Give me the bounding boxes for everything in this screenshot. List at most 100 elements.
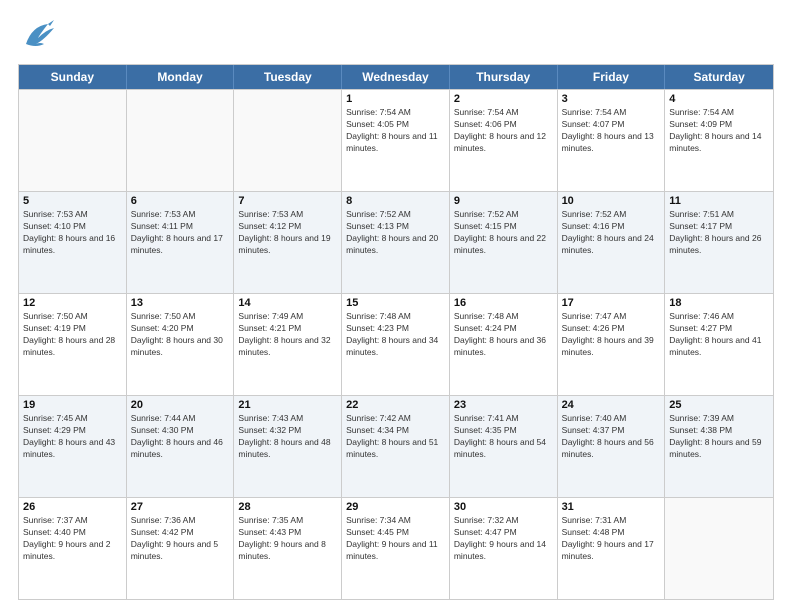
- header-day-sunday: Sunday: [19, 65, 127, 89]
- week-row-0: 1 Sunrise: 7:54 AM Sunset: 4:05 PM Daylig…: [19, 89, 773, 191]
- calendar-cell: [127, 90, 235, 191]
- calendar-cell: 16Sunrise: 7:48 AM Sunset: 4:24 PM Dayli…: [450, 294, 558, 395]
- day-number: 7: [238, 195, 337, 207]
- day-number: 25: [669, 399, 769, 411]
- calendar: SundayMondayTuesdayWednesdayThursdayFrid…: [18, 64, 774, 600]
- calendar-cell: 18Sunrise: 7:46 AM Sunset: 4:27 PM Dayli…: [665, 294, 773, 395]
- day-number: 9: [454, 195, 553, 207]
- calendar-cell: 20 Sunrise: 7:44 AM Sunset: 4:30 PM Dayli…: [127, 396, 235, 497]
- cell-text: Sunrise: 7:40 AM Sunset: 4:37 PM Dayligh…: [562, 413, 661, 461]
- day-number: 8: [346, 195, 445, 207]
- cell-text: Sunrise: 7:32 AM Sunset: 4:47 PM Dayligh…: [454, 515, 553, 563]
- cell-text: Sunrise: 7:53 AM Sunset: 4:10 PM Dayligh…: [23, 209, 122, 257]
- day-number: 16: [454, 297, 553, 309]
- day-number: 20: [131, 399, 230, 411]
- calendar-cell: 25 Sunrise: 7:39 AM Sunset: 4:38 PM Dayli…: [665, 396, 773, 497]
- calendar-cell: 14Sunrise: 7:49 AM Sunset: 4:21 PM Dayli…: [234, 294, 342, 395]
- calendar-cell: [19, 90, 127, 191]
- day-number: 31: [562, 501, 661, 513]
- calendar-cell: 30 Sunrise: 7:32 AM Sunset: 4:47 PM Dayli…: [450, 498, 558, 599]
- cell-text: Sunrise: 7:50 AM Sunset: 4:20 PM Dayligh…: [131, 311, 230, 359]
- day-number: 19: [23, 399, 122, 411]
- header-day-tuesday: Tuesday: [234, 65, 342, 89]
- day-number: 11: [669, 195, 769, 207]
- cell-text: Sunrise: 7:53 AM Sunset: 4:11 PM Dayligh…: [131, 209, 230, 257]
- cell-text: Sunrise: 7:52 AM Sunset: 4:15 PM Dayligh…: [454, 209, 553, 257]
- day-number: 1: [346, 93, 445, 105]
- calendar-cell: 1 Sunrise: 7:54 AM Sunset: 4:05 PM Daylig…: [342, 90, 450, 191]
- cell-text: Sunrise: 7:36 AM Sunset: 4:42 PM Dayligh…: [131, 515, 230, 563]
- day-number: 12: [23, 297, 122, 309]
- calendar-cell: 24 Sunrise: 7:40 AM Sunset: 4:37 PM Dayli…: [558, 396, 666, 497]
- day-number: 27: [131, 501, 230, 513]
- week-row-2: 12 Sunrise: 7:50 AM Sunset: 4:19 PM Dayli…: [19, 293, 773, 395]
- calendar-cell: 7 Sunrise: 7:53 AM Sunset: 4:12 PM Daylig…: [234, 192, 342, 293]
- calendar-cell: [234, 90, 342, 191]
- calendar-cell: 13 Sunrise: 7:50 AM Sunset: 4:20 PM Dayli…: [127, 294, 235, 395]
- day-number: 13: [131, 297, 230, 309]
- calendar-cell: [665, 498, 773, 599]
- cell-text: Sunrise: 7:41 AM Sunset: 4:35 PM Dayligh…: [454, 413, 553, 461]
- calendar-cell: 23 Sunrise: 7:41 AM Sunset: 4:35 PM Dayli…: [450, 396, 558, 497]
- day-number: 4: [669, 93, 769, 105]
- cell-text: Sunrise: 7:54 AM Sunset: 4:06 PM Dayligh…: [454, 107, 553, 155]
- calendar-header-row: SundayMondayTuesdayWednesdayThursdayFrid…: [19, 65, 773, 89]
- day-number: 30: [454, 501, 553, 513]
- calendar-cell: 27 Sunrise: 7:36 AM Sunset: 4:42 PM Dayli…: [127, 498, 235, 599]
- week-row-4: 26 Sunrise: 7:37 AM Sunset: 4:40 PM Dayli…: [19, 497, 773, 599]
- cell-text: Sunrise: 7:42 AM Sunset: 4:34 PM Dayligh…: [346, 413, 445, 461]
- header-day-saturday: Saturday: [665, 65, 773, 89]
- cell-text: Sunrise: 7:48 AM Sunset: 4:23 PM Dayligh…: [346, 311, 445, 359]
- calendar-cell: 9 Sunrise: 7:52 AM Sunset: 4:15 PM Daylig…: [450, 192, 558, 293]
- logo-icon: [18, 16, 58, 54]
- calendar-cell: 21 Sunrise: 7:43 AM Sunset: 4:32 PM Dayli…: [234, 396, 342, 497]
- calendar-cell: 11 Sunrise: 7:51 AM Sunset: 4:17 PM Dayli…: [665, 192, 773, 293]
- week-row-1: 5 Sunrise: 7:53 AM Sunset: 4:10 PM Daylig…: [19, 191, 773, 293]
- cell-text: Sunrise: 7:54 AM Sunset: 4:05 PM Dayligh…: [346, 107, 445, 155]
- day-number: 22: [346, 399, 445, 411]
- cell-text: Sunrise: 7:53 AM Sunset: 4:12 PM Dayligh…: [238, 209, 337, 257]
- cell-text: Sunrise: 7:50 AM Sunset: 4:19 PM Dayligh…: [23, 311, 122, 359]
- cell-text: Sunrise: 7:49 AM Sunset: 4:21 PM Dayligh…: [238, 311, 337, 359]
- cell-text: Sunrise: 7:31 AM Sunset: 4:48 PM Dayligh…: [562, 515, 661, 563]
- day-number: 6: [131, 195, 230, 207]
- day-number: 26: [23, 501, 122, 513]
- calendar-cell: 17 Sunrise: 7:47 AM Sunset: 4:26 PM Dayli…: [558, 294, 666, 395]
- calendar-cell: 31 Sunrise: 7:31 AM Sunset: 4:48 PM Dayli…: [558, 498, 666, 599]
- day-number: 29: [346, 501, 445, 513]
- calendar-cell: 4 Sunrise: 7:54 AM Sunset: 4:09 PM Daylig…: [665, 90, 773, 191]
- calendar-cell: 6 Sunrise: 7:53 AM Sunset: 4:11 PM Daylig…: [127, 192, 235, 293]
- day-number: 5: [23, 195, 122, 207]
- day-number: 2: [454, 93, 553, 105]
- cell-text: Sunrise: 7:35 AM Sunset: 4:43 PM Dayligh…: [238, 515, 337, 563]
- calendar-cell: 29 Sunrise: 7:34 AM Sunset: 4:45 PM Dayli…: [342, 498, 450, 599]
- calendar-cell: 8Sunrise: 7:52 AM Sunset: 4:13 PM Daylig…: [342, 192, 450, 293]
- day-number: 10: [562, 195, 661, 207]
- cell-text: Sunrise: 7:54 AM Sunset: 4:09 PM Dayligh…: [669, 107, 769, 155]
- day-number: 28: [238, 501, 337, 513]
- header: [18, 16, 774, 54]
- calendar-cell: 3Sunrise: 7:54 AM Sunset: 4:07 PM Daylig…: [558, 90, 666, 191]
- header-day-thursday: Thursday: [450, 65, 558, 89]
- calendar-cell: 2 Sunrise: 7:54 AM Sunset: 4:06 PM Daylig…: [450, 90, 558, 191]
- cell-text: Sunrise: 7:44 AM Sunset: 4:30 PM Dayligh…: [131, 413, 230, 461]
- cell-text: Sunrise: 7:43 AM Sunset: 4:32 PM Dayligh…: [238, 413, 337, 461]
- cell-text: Sunrise: 7:34 AM Sunset: 4:45 PM Dayligh…: [346, 515, 445, 563]
- day-number: 24: [562, 399, 661, 411]
- calendar-cell: 28 Sunrise: 7:35 AM Sunset: 4:43 PM Dayli…: [234, 498, 342, 599]
- cell-text: Sunrise: 7:47 AM Sunset: 4:26 PM Dayligh…: [562, 311, 661, 359]
- day-number: 17: [562, 297, 661, 309]
- cell-text: Sunrise: 7:52 AM Sunset: 4:16 PM Dayligh…: [562, 209, 661, 257]
- cell-text: Sunrise: 7:51 AM Sunset: 4:17 PM Dayligh…: [669, 209, 769, 257]
- cell-text: Sunrise: 7:37 AM Sunset: 4:40 PM Dayligh…: [23, 515, 122, 563]
- day-number: 21: [238, 399, 337, 411]
- calendar-cell: 26 Sunrise: 7:37 AM Sunset: 4:40 PM Dayli…: [19, 498, 127, 599]
- calendar-cell: 12 Sunrise: 7:50 AM Sunset: 4:19 PM Dayli…: [19, 294, 127, 395]
- cell-text: Sunrise: 7:39 AM Sunset: 4:38 PM Dayligh…: [669, 413, 769, 461]
- header-day-wednesday: Wednesday: [342, 65, 450, 89]
- day-number: 23: [454, 399, 553, 411]
- page: SundayMondayTuesdayWednesdayThursdayFrid…: [0, 0, 792, 612]
- calendar-cell: 22 Sunrise: 7:42 AM Sunset: 4:34 PM Dayli…: [342, 396, 450, 497]
- calendar-cell: 15Sunrise: 7:48 AM Sunset: 4:23 PM Dayli…: [342, 294, 450, 395]
- cell-text: Sunrise: 7:54 AM Sunset: 4:07 PM Dayligh…: [562, 107, 661, 155]
